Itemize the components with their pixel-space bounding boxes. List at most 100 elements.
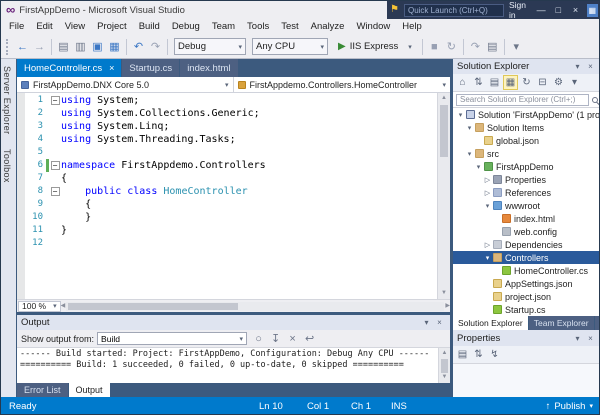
close-panel-icon[interactable]: ×	[433, 318, 446, 327]
tree-item-web-config[interactable]: web.config	[453, 225, 600, 238]
menu-build[interactable]: Build	[133, 19, 166, 35]
expander-icon[interactable]: ▾	[483, 202, 492, 210]
tree-item-src[interactable]: ▾src	[453, 147, 600, 160]
editor-horizontal-scrollbar[interactable]: ◀ ▶	[61, 300, 450, 313]
word-wrap-icon[interactable]: ↩	[301, 329, 318, 349]
code-editor[interactable]: 1−using System;2using System.Collections…	[17, 93, 450, 299]
navigate-forward-icon[interactable]: →	[31, 37, 48, 57]
save-all-icon[interactable]: ▦	[106, 37, 123, 57]
tree-item-firstappdemo[interactable]: ▾FirstAppDemo	[453, 160, 600, 173]
window-tile-icon[interactable]: ▦	[587, 4, 598, 17]
expander-icon[interactable]: ▾	[474, 163, 483, 171]
close-button[interactable]: ×	[569, 1, 581, 19]
tree-item-index-html[interactable]: index.html	[453, 212, 600, 225]
window-position-icon[interactable]: ▾	[420, 318, 433, 327]
tree-item-solution-items[interactable]: ▾Solution Items	[453, 121, 600, 134]
tree-item-properties[interactable]: ▷Properties	[453, 173, 600, 186]
menu-view[interactable]: View	[59, 19, 91, 35]
stop-debugging-icon[interactable]: ■	[426, 37, 443, 57]
toolbar-options-icon[interactable]: ▾	[508, 37, 525, 57]
clear-all-icon[interactable]: ×	[284, 329, 301, 349]
panel-tab-team-explorer[interactable]: Team Explorer	[529, 316, 594, 330]
expander-icon[interactable]: ▷	[483, 189, 492, 197]
expander-icon[interactable]: ▾	[465, 124, 474, 132]
expander-icon[interactable]: ▾	[465, 150, 474, 158]
navigate-backward-icon[interactable]: ←	[14, 37, 31, 57]
close-panel-icon[interactable]: ×	[584, 334, 597, 343]
menu-debug[interactable]: Debug	[166, 19, 206, 35]
tree-item-appsettings-json[interactable]: AppSettings.json	[453, 277, 600, 290]
expander-icon[interactable]: ▷	[483, 241, 492, 249]
menu-window[interactable]: Window	[350, 19, 396, 35]
tool-tab-toolbox[interactable]: Toolbox	[1, 142, 13, 190]
scrollbar-thumb[interactable]	[68, 303, 238, 310]
properties-icon[interactable]: ⚙	[551, 75, 566, 90]
output-content[interactable]: ------ Build started: Project: FirstAppD…	[17, 348, 450, 383]
close-tab-icon[interactable]: ×	[109, 63, 114, 73]
refresh-icon[interactable]: ↻	[519, 75, 534, 90]
menu-project[interactable]: Project	[91, 19, 133, 35]
menu-help[interactable]: Help	[396, 19, 428, 35]
new-file-icon[interactable]: ▤	[55, 37, 72, 57]
property-events-icon[interactable]: ↯	[487, 347, 502, 362]
scroll-up-icon[interactable]: ▲	[438, 93, 450, 104]
save-icon[interactable]: ▣	[89, 37, 106, 57]
tree-item-dependencies[interactable]: ▷Dependencies	[453, 238, 600, 251]
sign-in-button[interactable]: Sign in	[509, 0, 530, 20]
tree-item-references[interactable]: ▷References	[453, 186, 600, 199]
scrollbar-thumb[interactable]	[441, 359, 448, 373]
find-message-icon[interactable]: ○	[250, 329, 267, 349]
output-source-dropdown[interactable]: Build ▾	[97, 332, 247, 345]
scroll-left-icon[interactable]: ◀	[61, 301, 66, 312]
alphabetical-icon[interactable]: ⇅	[471, 347, 486, 362]
show-all-files-icon[interactable]: ▦	[503, 75, 518, 90]
panel-tab-solution-explorer[interactable]: Solution Explorer	[453, 316, 528, 330]
tree-item-wwwroot[interactable]: ▾wwwroot	[453, 199, 600, 212]
tree-item-solution-firstappdemo-1-project[interactable]: ▾Solution 'FirstAppDemo' (1 project)	[453, 108, 600, 121]
close-panel-icon[interactable]: ×	[584, 62, 597, 71]
notifications-flag-icon[interactable]: ⚑	[390, 1, 399, 19]
panel-tab-output[interactable]: Output	[69, 383, 110, 397]
toolbar-overflow-icon[interactable]: ▾	[567, 75, 582, 90]
expander-icon[interactable]: ▷	[483, 176, 492, 184]
find-in-files-icon[interactable]: ▤	[484, 37, 501, 57]
minimize-button[interactable]: —	[535, 1, 547, 19]
scroll-down-icon[interactable]: ▼	[439, 372, 450, 383]
menu-edit[interactable]: Edit	[30, 19, 58, 35]
scroll-down-icon[interactable]: ▼	[438, 288, 450, 299]
categorized-icon[interactable]: ▤	[455, 347, 470, 362]
collapse-all-icon[interactable]: ⊟	[535, 75, 550, 90]
tree-item-homecontroller-cs[interactable]: HomeController.cs	[453, 264, 600, 277]
scroll-up-icon[interactable]: ▲	[439, 348, 450, 359]
open-file-icon[interactable]: ▥	[72, 37, 89, 57]
home-icon[interactable]: ⌂	[455, 75, 470, 90]
type-dropdown[interactable]: FirstAppdemo.Controllers.HomeController …	[234, 77, 451, 92]
undo-icon[interactable]: ↶	[130, 37, 147, 57]
document-tab-homecontroller-cs[interactable]: HomeController.cs×	[17, 59, 121, 77]
window-position-icon[interactable]: ▾	[571, 62, 584, 71]
fold-collapse-icon[interactable]: −	[49, 159, 61, 172]
toolbar-grip[interactable]	[6, 39, 11, 55]
tree-item-startup-cs[interactable]: Startup.cs	[453, 303, 600, 316]
output-vertical-scrollbar[interactable]: ▲ ▼	[438, 348, 450, 383]
scroll-right-icon[interactable]: ▶	[445, 301, 450, 312]
menu-team[interactable]: Team	[206, 19, 241, 35]
fold-collapse-icon[interactable]: −	[49, 185, 61, 198]
maximize-button[interactable]: □	[552, 1, 564, 19]
redo-icon[interactable]: ↷	[147, 37, 164, 57]
restart-icon[interactable]: ↻	[443, 37, 460, 57]
expander-icon[interactable]: ▾	[456, 111, 465, 119]
scrollbar-thumb[interactable]	[440, 105, 448, 157]
menu-tools[interactable]: Tools	[241, 19, 275, 35]
tree-item-controllers[interactable]: ▾Controllers	[453, 251, 600, 264]
zoom-control[interactable]: 100 % ▾	[18, 301, 61, 312]
document-tab-startup-cs[interactable]: Startup.cs	[122, 59, 179, 77]
panel-tab-class-view[interactable]: Class View	[595, 316, 600, 330]
sync-with-active-document-icon[interactable]: ⇅	[471, 75, 486, 90]
pending-changes-filter-icon[interactable]: ▤	[487, 75, 502, 90]
publish-button[interactable]: ↑ Publish ▾	[546, 397, 593, 415]
solution-platforms-dropdown[interactable]: Any CPU ▾	[252, 38, 328, 55]
step-over-icon[interactable]: ↷	[467, 37, 484, 57]
search-input[interactable]	[456, 94, 589, 106]
start-debugging-button[interactable]: ▶ IIS Express ▾	[335, 38, 415, 56]
